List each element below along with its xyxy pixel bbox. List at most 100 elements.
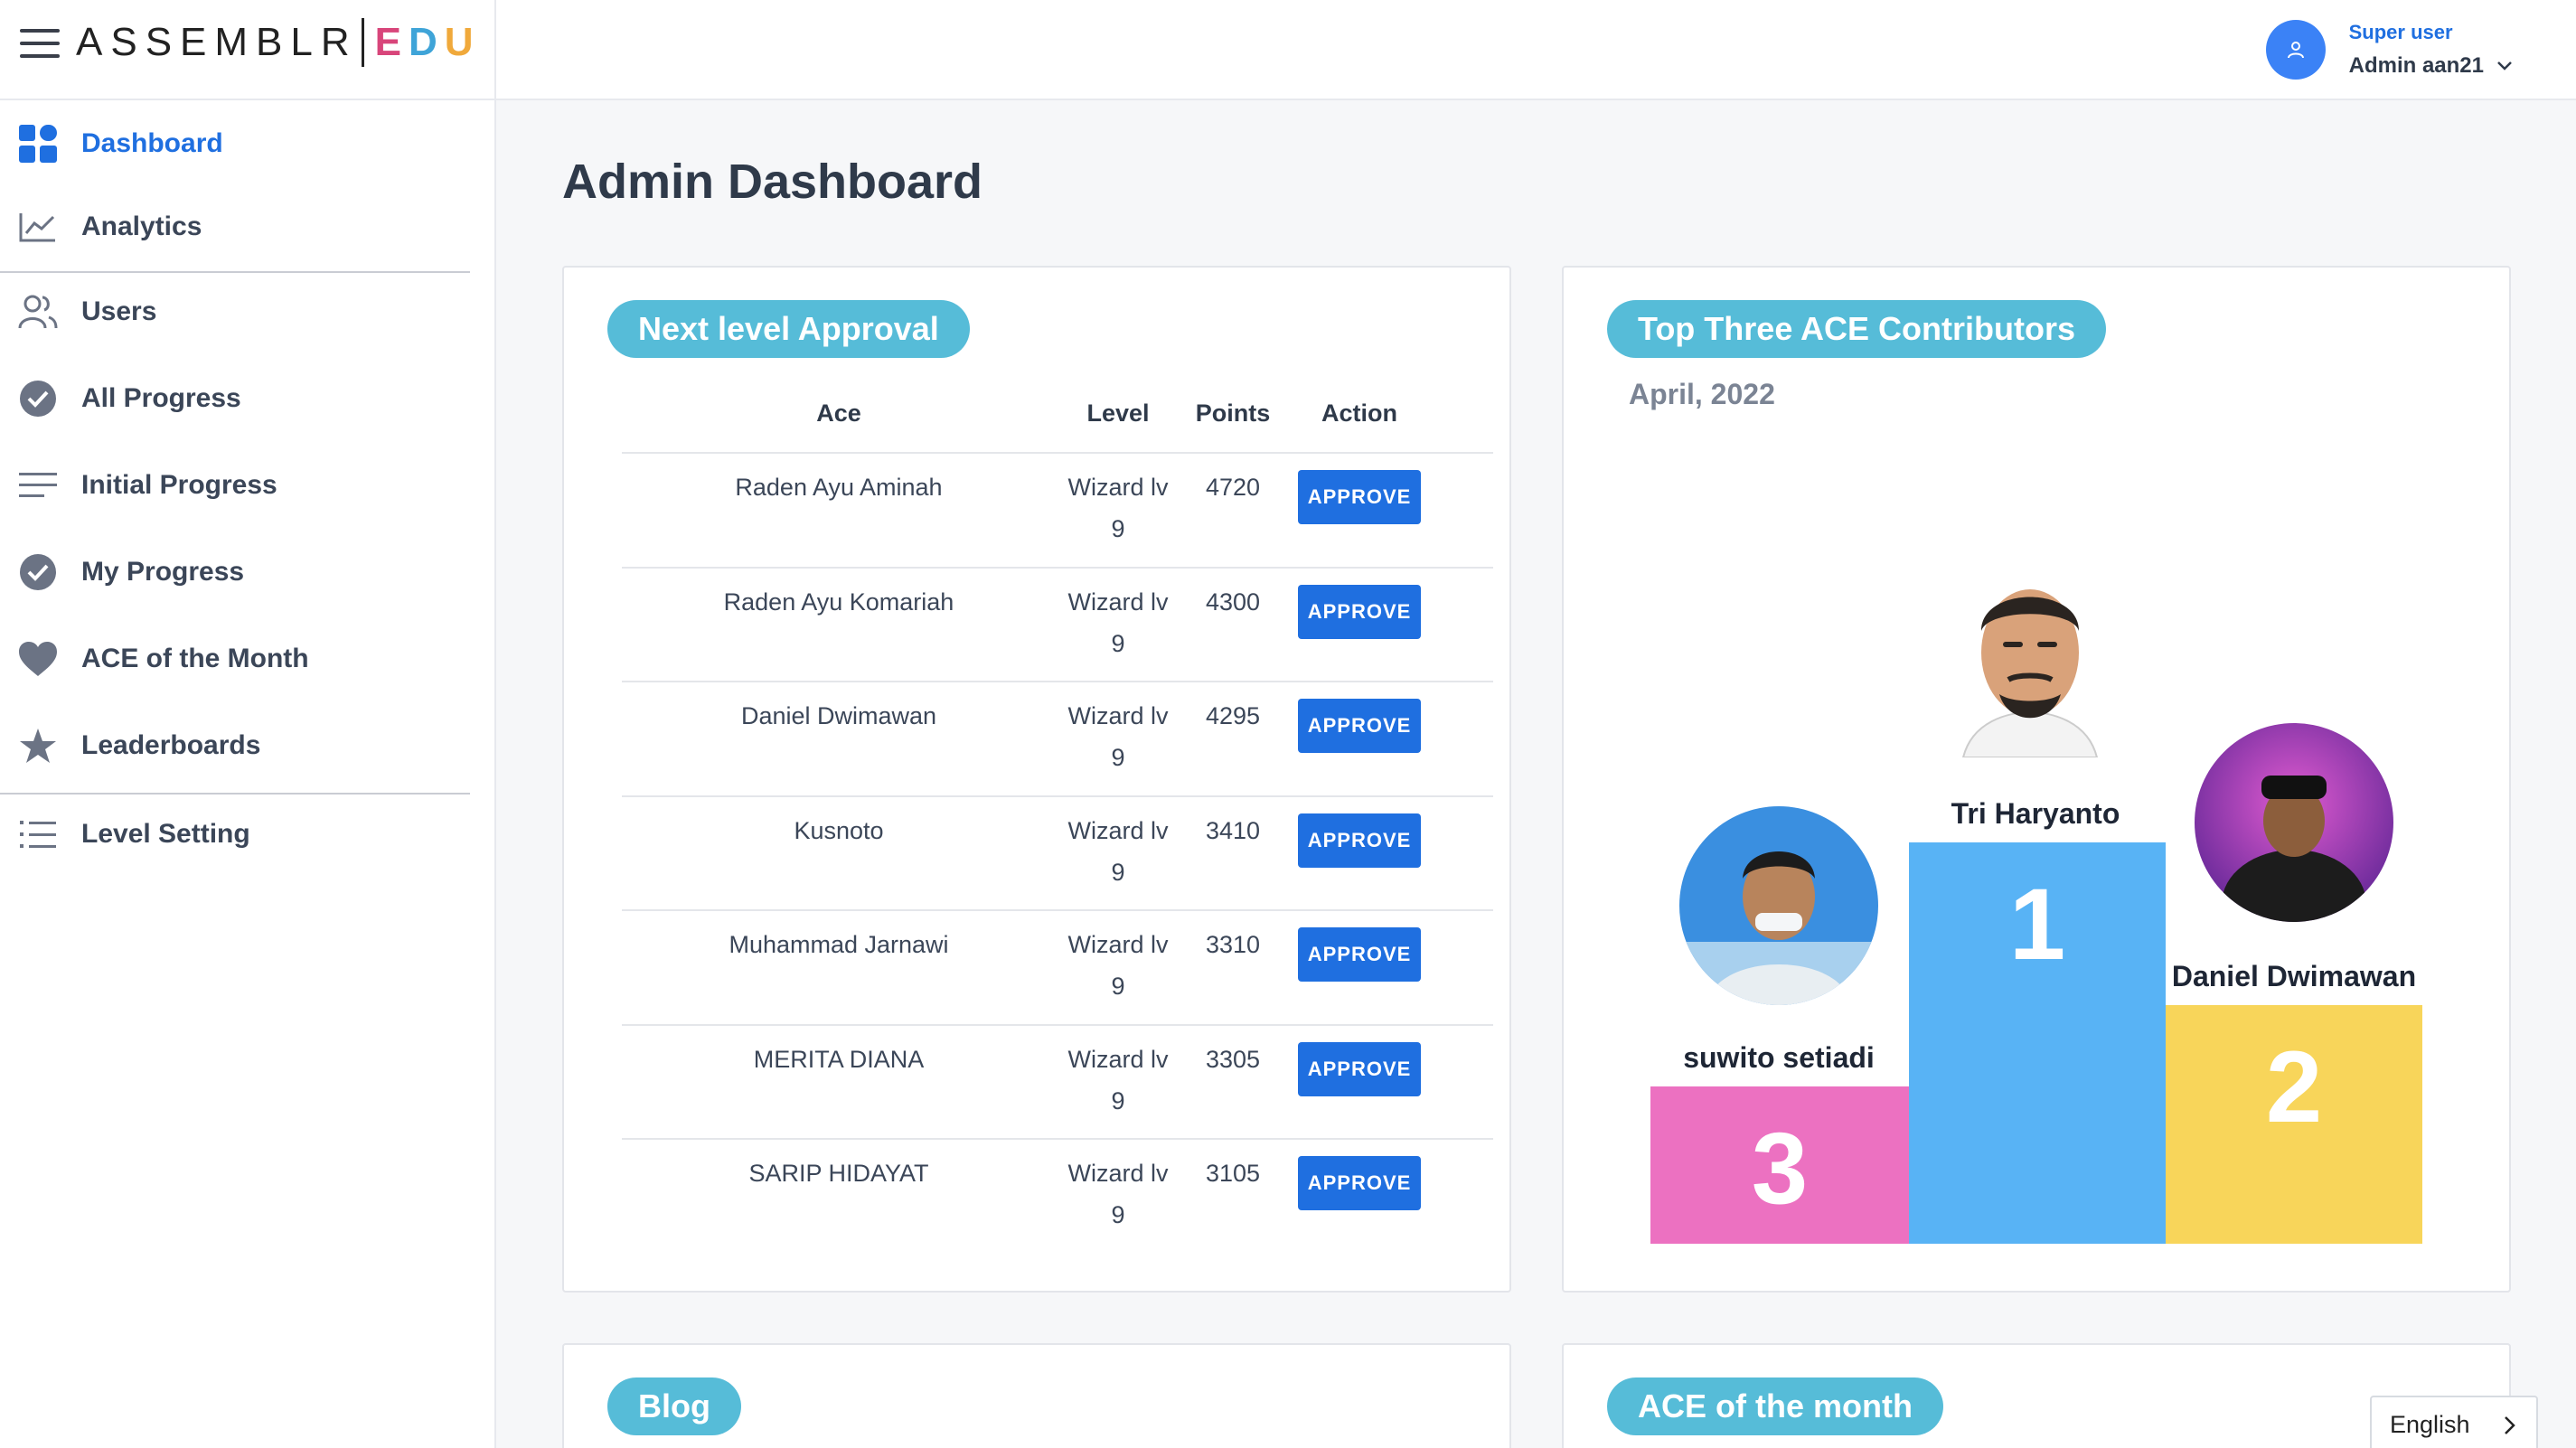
user-role: Super user: [2348, 21, 2453, 43]
contributor-photo-second: [2195, 723, 2393, 922]
contributor-name-second: Daniel Dwimawan: [2171, 960, 2417, 992]
sidebar-item-label: Dashboard: [81, 128, 223, 158]
approve-button[interactable]: APPROVE: [1298, 584, 1421, 639]
contributors-card: Top Three ACE Contributors April, 2022 T…: [1562, 266, 2511, 1293]
ace-name: Raden Ayu Komariah: [723, 588, 954, 616]
rank-first: 1: [2008, 868, 2066, 981]
approve-button[interactable]: APPROVE: [1298, 813, 1421, 868]
contributor-photo-first: [1954, 568, 2106, 757]
podium-third: 3: [1650, 1086, 1909, 1244]
sidebar-item-my-progress[interactable]: My Progress: [0, 536, 470, 608]
sidebar-item-initial-progress[interactable]: Initial Progress: [0, 449, 470, 522]
sidebar: Dashboard Analytics Users All Progress I…: [0, 100, 496, 1448]
heart-icon: [18, 639, 58, 679]
sidebar-divider: [0, 271, 470, 273]
column-header-ace: Ace: [816, 400, 861, 427]
table-row: Kusnoto Wizard lv 9 3410 APPROVE: [564, 797, 1509, 911]
chevron-down-icon[interactable]: [2496, 61, 2513, 71]
level-text: Wizard lv: [1067, 816, 1169, 844]
approve-button[interactable]: APPROVE: [1298, 927, 1421, 982]
logo-edu: EDU: [374, 20, 481, 64]
column-header-points: Points: [1195, 400, 1271, 427]
level-text: Wizard lv: [1067, 1045, 1169, 1073]
podium-second: 2: [2166, 1005, 2422, 1244]
approve-button[interactable]: APPROVE: [1298, 470, 1421, 524]
sidebar-item-level-setting[interactable]: Level Setting: [0, 798, 470, 870]
dashboard-icon: [18, 124, 58, 164]
approve-button[interactable]: APPROVE: [1298, 699, 1421, 753]
points-value: 4295: [1205, 702, 1261, 729]
sidebar-item-all-progress[interactable]: All Progress: [0, 362, 470, 435]
level-number: 9: [1111, 1201, 1125, 1228]
card-title: Next level Approval: [607, 300, 970, 358]
page-title: Admin Dashboard: [562, 155, 983, 209]
sidebar-divider: [0, 793, 470, 795]
ace-name: SARIP HIDAYAT: [748, 1160, 929, 1187]
sidebar-item-ace-of-the-month[interactable]: ACE of the Month: [0, 623, 470, 695]
user-icon: [2287, 42, 2304, 59]
sidebar-item-label: Initial Progress: [81, 470, 277, 500]
column-header-action: Action: [1321, 400, 1397, 427]
table-row: Daniel Dwimawan Wizard lv 9 4295 APPROVE: [564, 682, 1509, 797]
column-header-level: Level: [1086, 400, 1150, 427]
level-number: 9: [1111, 858, 1125, 886]
contributor-photo-third: [1679, 806, 1878, 1005]
top-bar: ASSEMBLR EDU Super user Admin aan21: [0, 0, 2576, 100]
ace-name: Kusnoto: [794, 816, 884, 844]
language-select[interactable]: English: [2370, 1396, 2538, 1448]
points-value: 3310: [1205, 931, 1261, 958]
logo-text: ASSEMBLR: [76, 20, 358, 64]
level-number: 9: [1111, 1086, 1125, 1114]
sidebar-item-analytics[interactable]: Analytics: [0, 191, 470, 263]
rank-second: 2: [2265, 1030, 2323, 1143]
level-text: Wizard lv: [1067, 588, 1169, 616]
level-text: Wizard lv: [1067, 1160, 1169, 1187]
menu-icon[interactable]: [20, 27, 61, 60]
star-icon: [18, 726, 58, 766]
table-row: Muhammad Jarnawi Wizard lv 9 3310 APPROVE: [564, 911, 1509, 1026]
table-row: MERITA DIANA Wizard lv 9 3305 APPROVE: [564, 1026, 1509, 1140]
sidebar-item-leaderboards[interactable]: Leaderboards: [0, 710, 470, 782]
language-label: English: [2390, 1410, 2470, 1438]
sidebar-item-dashboard[interactable]: Dashboard: [0, 108, 470, 180]
lines-icon: [18, 465, 58, 505]
level-number: 9: [1111, 973, 1125, 1000]
approve-button[interactable]: APPROVE: [1298, 1041, 1421, 1096]
blog-card: Blog: [562, 1343, 1511, 1448]
sidebar-item-label: Analytics: [81, 212, 202, 241]
points-value: 3305: [1205, 1045, 1261, 1073]
month-label: April, 2022: [1629, 378, 1775, 410]
check-circle-icon: [18, 379, 58, 418]
approve-button[interactable]: APPROVE: [1298, 1156, 1421, 1210]
ace-of-month-card: ACE of the month: [1562, 1343, 2511, 1448]
level-text: Wizard lv: [1067, 702, 1169, 729]
level-number: 9: [1111, 515, 1125, 542]
podium-first: 1: [1909, 842, 2166, 1244]
logo-divider: [361, 18, 364, 67]
level-text: Wizard lv: [1067, 474, 1169, 501]
ace-name: MERITA DIANA: [753, 1045, 925, 1073]
approval-card: Next level Approval Ace Level Points Act…: [562, 266, 1511, 1293]
level-text: Wizard lv: [1067, 931, 1169, 958]
card-title: Top Three ACE Contributors: [1607, 300, 2106, 358]
users-icon: [18, 292, 58, 332]
contributor-name-first: Tri Haryanto: [1951, 797, 2120, 830]
sidebar-item-label: Leaderboards: [81, 730, 261, 760]
sidebar-item-label: All Progress: [81, 383, 241, 413]
user-menu[interactable]: Super user Admin aan21: [2265, 11, 2513, 89]
user-name: Admin aan21: [2348, 53, 2484, 78]
level-number: 9: [1111, 629, 1125, 657]
ace-name: Raden Ayu Aminah: [735, 474, 943, 501]
points-value: 3105: [1205, 1160, 1261, 1187]
contributor-name-third: suwito setiadi: [1683, 1041, 1875, 1074]
avatar[interactable]: [2265, 20, 2326, 80]
card-title: Blog: [607, 1377, 741, 1435]
ace-name: Daniel Dwimawan: [740, 702, 937, 729]
table-row: Raden Ayu Komariah Wizard lv 9 4300 APPROVE: [564, 569, 1509, 682]
sidebar-item-label: Level Setting: [81, 819, 250, 849]
analytics-icon: [18, 207, 58, 247]
brand-logo[interactable]: ASSEMBLR EDU: [76, 16, 481, 69]
rank-third: 3: [1751, 1112, 1809, 1225]
sidebar-item-users[interactable]: Users: [0, 276, 470, 348]
chevron-right-icon: [2505, 1416, 2515, 1434]
